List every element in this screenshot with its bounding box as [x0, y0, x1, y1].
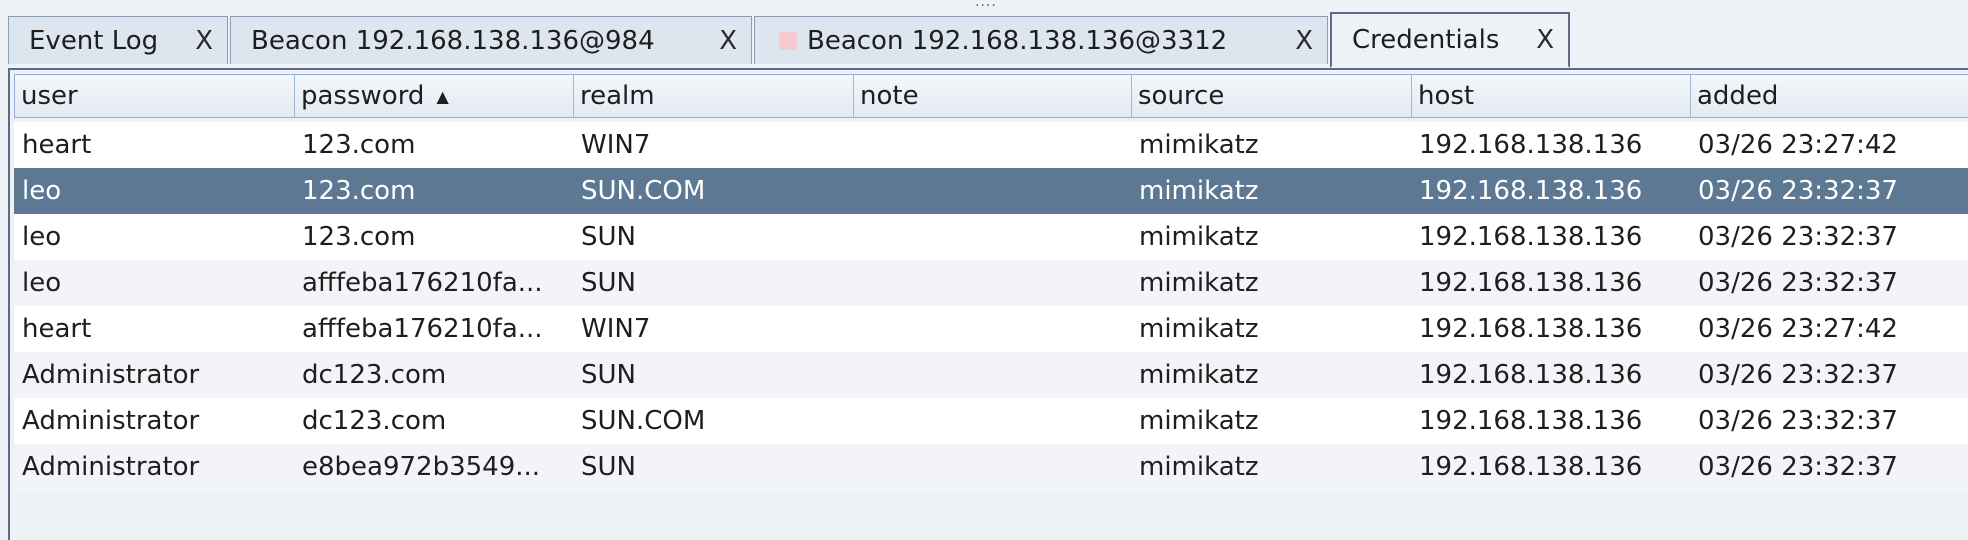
- column-header-note[interactable]: note: [854, 75, 1132, 117]
- cell-added: 03/26 23:32:37: [1698, 452, 1898, 482]
- cell-realm: SUN.COM: [581, 176, 706, 206]
- table-row[interactable]: Administrator dc123.com SUN.COM mimikatz 192…: [14, 398, 1968, 444]
- cell-user: Administrator: [22, 452, 200, 482]
- cell-note: [853, 214, 1131, 260]
- cell-host: 192.168.138.136: [1419, 314, 1643, 344]
- table-row[interactable]: leo afffeba176210fa... SUN mimikatz 192.168.…: [14, 260, 1968, 306]
- split-grip[interactable]: ....: [975, 0, 997, 10]
- cell-added: 03/26 23:27:42: [1698, 314, 1898, 344]
- close-icon[interactable]: X: [195, 26, 213, 56]
- column-header-user[interactable]: user: [15, 75, 295, 117]
- cell-source: mimikatz: [1139, 314, 1259, 344]
- table-row[interactable]: leo 123.com SUN mimikatz 192.168.138.136 03/2…: [14, 214, 1968, 260]
- cell-realm: SUN: [581, 268, 636, 298]
- column-header-added[interactable]: added: [1691, 75, 1968, 117]
- tab-event-log[interactable]: Event Log X: [8, 16, 228, 64]
- cell-realm: WIN7: [581, 314, 651, 344]
- top-strip: ....: [0, 0, 1968, 12]
- cell-host: 192.168.138.136: [1419, 268, 1643, 298]
- tab-beacon-984[interactable]: Beacon 192.168.138.136@984 X: [230, 16, 752, 64]
- cell-user: leo: [22, 222, 62, 252]
- close-icon[interactable]: X: [1295, 26, 1313, 56]
- cell-user: leo: [22, 176, 62, 206]
- cell-host: 192.168.138.136: [1419, 176, 1643, 206]
- tab-label: Event Log: [29, 25, 159, 56]
- cell-source: mimikatz: [1139, 268, 1259, 298]
- cell-user: Administrator: [22, 406, 200, 436]
- cell-password: afffeba176210fa...: [302, 268, 543, 298]
- tab-label: Beacon 192.168.138.136@3312: [807, 25, 1228, 56]
- cell-realm: SUN.COM: [581, 406, 706, 436]
- column-header-password[interactable]: password ▲: [295, 75, 574, 117]
- cell-added: 03/26 23:32:37: [1698, 360, 1898, 390]
- cell-host: 192.168.138.136: [1419, 360, 1643, 390]
- cell-source: mimikatz: [1139, 130, 1259, 160]
- cell-password: 123.com: [302, 176, 416, 206]
- cell-password: afffeba176210fa...: [302, 314, 543, 344]
- cell-note: [853, 122, 1131, 168]
- beacon-status-icon: [779, 31, 797, 50]
- table-row[interactable]: Administrator e8bea972b3549... SUN mimikatz…: [14, 444, 1968, 490]
- sort-ascending-icon: ▲: [436, 87, 449, 106]
- cell-added: 03/26 23:32:37: [1698, 268, 1898, 298]
- cell-password: 123.com: [302, 130, 416, 160]
- cell-note: [853, 260, 1131, 306]
- cell-note: [853, 444, 1131, 490]
- cell-source: mimikatz: [1139, 222, 1259, 252]
- cell-added: 03/26 23:32:37: [1698, 222, 1898, 252]
- cell-user: heart: [22, 130, 92, 160]
- tab-credentials[interactable]: Credentials X: [1330, 12, 1570, 68]
- close-icon[interactable]: X: [1536, 25, 1554, 55]
- cell-host: 192.168.138.136: [1419, 452, 1643, 482]
- close-icon[interactable]: X: [719, 26, 737, 56]
- cell-realm: WIN7: [581, 130, 651, 160]
- cell-user: Administrator: [22, 360, 200, 390]
- cell-source: mimikatz: [1139, 452, 1259, 482]
- cell-source: mimikatz: [1139, 176, 1259, 206]
- cell-password: dc123.com: [302, 360, 447, 390]
- table-row[interactable]: Administrator dc123.com SUN mimikatz 192.168…: [14, 352, 1968, 398]
- tab-bar: Event Log X Beacon 192.168.138.136@984 X…: [8, 12, 1968, 70]
- credentials-table: user password ▲ realm note source host ad…: [8, 70, 1968, 540]
- cell-added: 03/26 23:32:37: [1698, 176, 1898, 206]
- tab-beacon-3312[interactable]: Beacon 192.168.138.136@3312 X: [754, 16, 1328, 64]
- column-header-host[interactable]: host: [1412, 75, 1691, 117]
- cell-note: [853, 352, 1131, 398]
- cell-password: dc123.com: [302, 406, 447, 436]
- cell-realm: SUN: [581, 360, 636, 390]
- column-header-source[interactable]: source: [1132, 75, 1412, 117]
- table-row[interactable]: heart afffeba176210fa... WIN7 mimikatz 192.1…: [14, 306, 1968, 352]
- cell-realm: SUN: [581, 452, 636, 482]
- cell-password: e8bea972b3549...: [302, 452, 541, 482]
- cell-host: 192.168.138.136: [1419, 130, 1643, 160]
- table-row[interactable]: heart 123.com WIN7 mimikatz 192.168.138.136 0…: [14, 122, 1968, 168]
- table-header: user password ▲ realm note source host ad…: [14, 74, 1968, 118]
- cell-source: mimikatz: [1139, 360, 1259, 390]
- tab-label: Credentials: [1352, 25, 1500, 55]
- cell-note: [853, 398, 1131, 444]
- tab-label: Beacon 192.168.138.136@984: [251, 25, 655, 56]
- cell-user: leo: [22, 268, 62, 298]
- cell-added: 03/26 23:27:42: [1698, 130, 1898, 160]
- column-header-realm[interactable]: realm: [574, 75, 854, 117]
- cell-host: 192.168.138.136: [1419, 222, 1643, 252]
- cell-note: [853, 306, 1131, 352]
- cell-realm: SUN: [581, 222, 636, 252]
- cell-added: 03/26 23:32:37: [1698, 406, 1898, 436]
- cell-user: heart: [22, 314, 92, 344]
- table-row[interactable]: leo 123.com SUN.COM mimikatz 192.168.138.136…: [14, 168, 1968, 214]
- cell-source: mimikatz: [1139, 406, 1259, 436]
- cell-password: 123.com: [302, 222, 416, 252]
- cell-note: [853, 168, 1131, 214]
- cell-host: 192.168.138.136: [1419, 406, 1643, 436]
